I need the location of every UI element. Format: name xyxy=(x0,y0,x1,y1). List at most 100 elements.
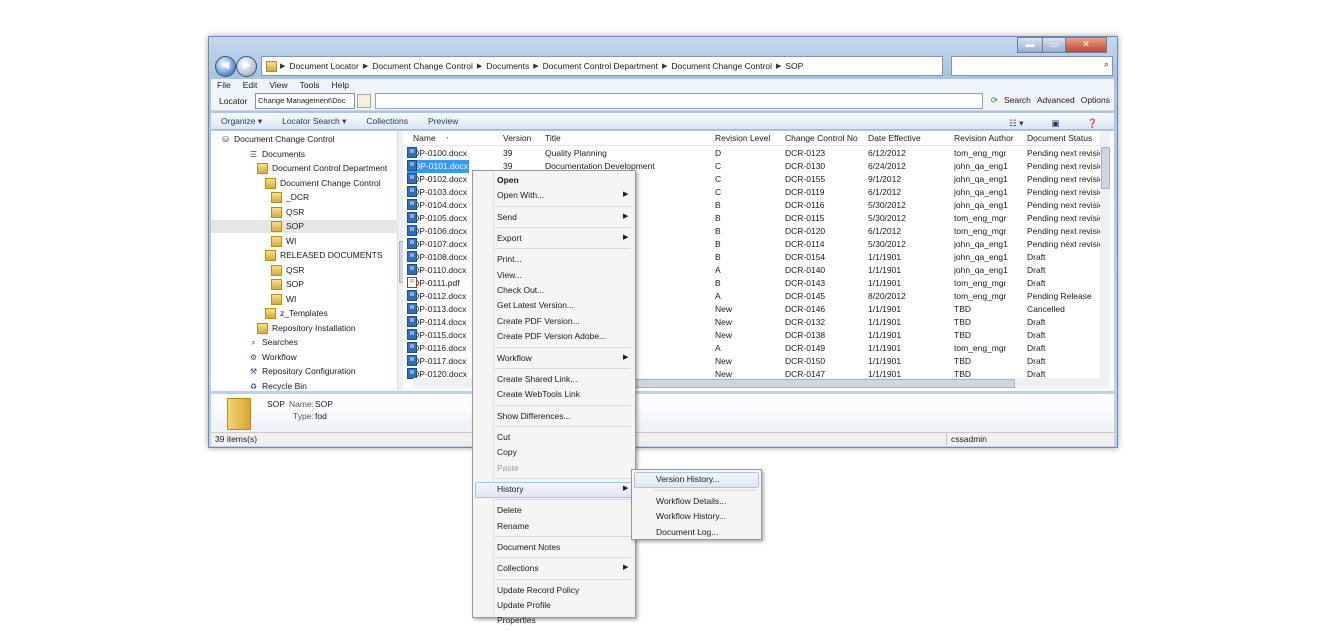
column-header[interactable]: Change Control No xyxy=(785,133,858,143)
column-header[interactable]: Title xyxy=(545,133,561,143)
address-bar[interactable]: ▶ Document Locator ▶ Document Change Contro… xyxy=(261,56,943,76)
menu-item-workflow-history[interactable]: Workflow History... xyxy=(656,509,726,523)
menu-item-send[interactable]: Send xyxy=(497,210,517,224)
menu-item-version-history[interactable]: Version History... xyxy=(656,472,720,486)
tree-item[interactable]: ⚒ Repository Configuration xyxy=(211,365,356,378)
refresh-icon[interactable]: ⟳ xyxy=(991,95,998,106)
back-button[interactable]: ◀ xyxy=(215,56,236,77)
search-button[interactable]: Search xyxy=(1004,95,1031,106)
search-input[interactable]: ⌕ xyxy=(951,56,1113,76)
file-name-cell[interactable]: W SOP-0104.docx xyxy=(407,199,467,212)
tree-item[interactable]: SOP xyxy=(211,278,304,291)
tree-item[interactable]: z_Templates xyxy=(211,307,328,320)
menu-item-show-differences[interactable]: Show Differences... xyxy=(497,409,571,423)
menu-item-export[interactable]: Export xyxy=(497,231,522,245)
file-name-cell[interactable]: W SOP-0115.docx xyxy=(407,329,466,342)
file-name-cell[interactable]: W SOP-0102.docx xyxy=(407,173,467,186)
menu-item-cut[interactable]: Cut xyxy=(497,430,510,444)
file-name-cell[interactable]: W SOP-0100.docx xyxy=(407,147,467,160)
file-name-cell[interactable]: W SOP-0105.docx xyxy=(407,212,467,225)
breadcrumb-item[interactable]: SOP xyxy=(781,61,807,71)
menu-item-create-webtools-link[interactable]: Create WebTools Link xyxy=(497,387,580,401)
breadcrumb-item[interactable]: Document Control Department xyxy=(539,61,662,71)
file-name-cell[interactable]: W SOP-0112.docx xyxy=(407,290,466,303)
menu-item-create-pdf-version-adobe[interactable]: Create PDF Version Adobe... xyxy=(497,329,606,343)
menu-item-properties[interactable]: Properties xyxy=(497,613,536,627)
menu-edit[interactable]: Edit xyxy=(237,79,264,92)
column-header[interactable]: Revision Level xyxy=(715,133,770,143)
locator-browse-icon[interactable] xyxy=(357,94,371,108)
menu-item-document-notes[interactable]: Document Notes xyxy=(497,540,560,554)
menu-tools[interactable]: Tools xyxy=(294,79,326,92)
tree-item[interactable]: ⚙ Workflow xyxy=(211,351,297,364)
column-header[interactable]: Revision Author xyxy=(954,133,1014,143)
menu-view[interactable]: View xyxy=(263,79,293,92)
menu-item-open-with[interactable]: Open With... xyxy=(497,188,544,202)
file-name-cell[interactable]: W SOP-0114.docx xyxy=(407,316,466,329)
view-options-icon[interactable]: ☷ ▾ xyxy=(999,115,1033,131)
preview-pane-icon[interactable]: ▣ xyxy=(1041,115,1069,131)
maximize-button[interactable]: ▭ xyxy=(1042,37,1066,53)
tree-item[interactable]: ⛁ Document Change Control xyxy=(211,133,335,146)
help-icon[interactable]: ❓ xyxy=(1077,115,1108,131)
minimize-button[interactable]: ▬ xyxy=(1017,37,1043,53)
table-row[interactable]: W SOP-0100.docx 39 Quality Planning D DCR-012… xyxy=(403,147,1107,160)
tree-item[interactable]: QSR xyxy=(211,206,304,219)
file-name-cell[interactable]: W SOP-0110.docx xyxy=(407,264,466,277)
tree-item[interactable]: WI xyxy=(211,293,296,306)
command-button[interactable]: Locator Search ▾ xyxy=(272,113,356,129)
breadcrumb-item[interactable]: Document Locator xyxy=(285,61,362,71)
menu-item-paste[interactable]: Paste xyxy=(497,461,519,475)
menu-item-workflow[interactable]: Workflow xyxy=(497,351,532,365)
file-name-cell[interactable]: W SOP-0117.docx xyxy=(407,355,466,368)
menu-item-workflow-details[interactable]: Workflow Details... xyxy=(656,494,726,508)
menu-item-copy[interactable]: Copy xyxy=(497,445,517,459)
tree-item[interactable]: QSR xyxy=(211,264,304,277)
menu-item-create-pdf-version[interactable]: Create PDF Version... xyxy=(497,314,580,328)
tree-item[interactable]: Document Control Department xyxy=(211,162,387,175)
menu-item-delete[interactable]: Delete xyxy=(497,503,522,517)
menu-item-update-record-policy[interactable]: Update Record Policy xyxy=(497,583,579,597)
tree-item[interactable]: ⌕ Searches xyxy=(211,336,298,349)
breadcrumb-item[interactable]: Documents xyxy=(482,61,533,71)
menu-item-open[interactable]: Open xyxy=(497,173,519,187)
command-button[interactable]: Preview xyxy=(418,113,468,129)
menu-item-print[interactable]: Print... xyxy=(497,252,522,266)
file-name-cell[interactable]: W SOP-0106.docx xyxy=(407,225,467,238)
menu-file[interactable]: File xyxy=(211,79,237,92)
column-header[interactable]: Date Effective xyxy=(868,133,921,143)
breadcrumb-item[interactable]: Document Change Control xyxy=(667,61,776,71)
locator-input[interactable] xyxy=(375,93,983,109)
menu-item-create-shared-link[interactable]: Create Shared Link... xyxy=(497,372,577,386)
menu-item-history[interactable]: History xyxy=(497,482,523,496)
command-button[interactable]: Collections xyxy=(356,113,418,129)
menu-item-view[interactable]: View... xyxy=(497,268,522,282)
column-header[interactable]: Name xyxy=(413,133,436,143)
tree-item[interactable]: _DCR xyxy=(211,191,309,204)
file-name-cell[interactable]: P SOP-0111.pdf xyxy=(407,277,460,290)
menu-item-rename[interactable]: Rename xyxy=(497,519,529,533)
options-button[interactable]: Options xyxy=(1081,95,1110,106)
file-name-cell[interactable]: W SOP-0101.docx xyxy=(407,160,470,173)
locator-select[interactable]: Change Management\Doc xyxy=(255,93,355,109)
list-vertical-scrollbar[interactable] xyxy=(1100,131,1110,378)
file-name-cell[interactable]: W SOP-0116.docx xyxy=(407,342,466,355)
menu-item-collections[interactable]: Collections xyxy=(497,561,539,575)
close-button[interactable]: ✕ xyxy=(1065,37,1107,53)
column-header[interactable]: Version xyxy=(503,133,531,143)
forward-button[interactable]: ▶ xyxy=(236,56,257,77)
tree-item[interactable]: Document Change Control xyxy=(211,177,381,190)
tree-item[interactable]: RELEASED DOCUMENTS xyxy=(211,249,383,262)
advanced-button[interactable]: Advanced xyxy=(1037,95,1075,106)
file-name-cell[interactable]: W SOP-0107.docx xyxy=(407,238,467,251)
menu-item-document-log[interactable]: Document Log... xyxy=(656,525,718,539)
command-button[interactable]: Organize ▾ xyxy=(211,113,272,129)
tree-item[interactable]: ♻ Recycle Bin xyxy=(211,380,307,393)
file-name-cell[interactable]: W SOP-0113.docx xyxy=(407,303,466,316)
menu-item-get-latest-version[interactable]: Get Latest Version... xyxy=(497,298,574,312)
breadcrumb-item[interactable]: Document Change Control xyxy=(368,61,477,71)
menu-item-check-out[interactable]: Check Out... xyxy=(497,283,544,297)
file-name-cell[interactable]: W SOP-0103.docx xyxy=(407,186,467,199)
tree-item[interactable]: WI xyxy=(211,235,296,248)
tree-item[interactable]: ☰ Documents xyxy=(211,148,305,161)
